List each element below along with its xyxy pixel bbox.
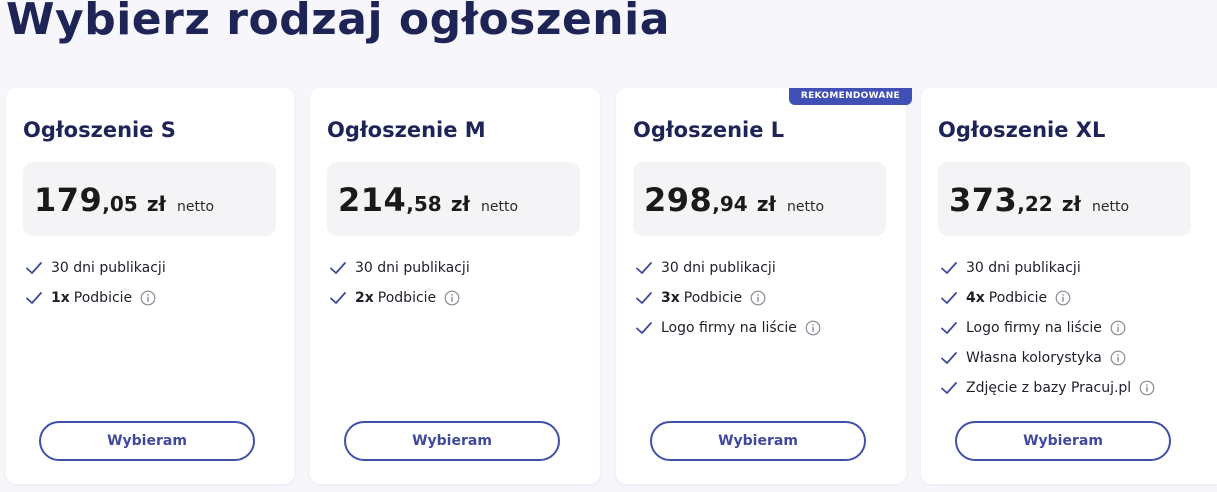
feature-item: 4x Podbicie <box>940 283 1155 313</box>
price: 214,58 zł netto <box>338 181 518 219</box>
feature-count: 3x <box>661 290 680 306</box>
check-icon <box>941 292 957 304</box>
check-icon <box>636 292 652 304</box>
price-box: 373,22 zł netto <box>938 162 1191 236</box>
feature-text: 30 dni publikacji <box>51 260 166 276</box>
plan-card-l: REKOMENDOWANE Ogłoszenie L 298,94 zł net… <box>616 88 912 484</box>
feature-list: 30 dni publikacji 2x Podbicie <box>329 253 470 313</box>
price: 298,94 zł netto <box>644 181 824 219</box>
info-icon[interactable] <box>750 290 766 306</box>
feature-text: 30 dni publikacji <box>966 260 1081 276</box>
feature-text: Podbicie <box>377 290 437 306</box>
page-title: Wybierz rodzaj ogłoszenia <box>6 0 670 45</box>
check-icon <box>636 262 652 274</box>
price-integer: 214 <box>338 181 407 219</box>
price-decimal: ,94 <box>712 192 748 216</box>
plan-title: Ogłoszenie S <box>23 118 176 142</box>
feature-item: 30 dni publikacji <box>940 253 1155 283</box>
plan-title: Ogłoszenie M <box>327 118 486 142</box>
recommended-badge: REKOMENDOWANE <box>788 88 912 105</box>
feature-text: 30 dni publikacji <box>355 260 470 276</box>
check-icon <box>636 322 652 334</box>
feature-text: Logo firmy na liście <box>966 320 1102 336</box>
price-currency: zł <box>756 192 776 216</box>
feature-count: 2x <box>355 290 374 306</box>
price-decimal: ,58 <box>406 192 442 216</box>
feature-item: 3x Podbicie <box>635 283 821 313</box>
check-icon <box>26 292 42 304</box>
choose-plan-s-button[interactable]: Wybieram <box>39 421 255 461</box>
info-icon[interactable] <box>1110 350 1126 366</box>
feature-count: 1x <box>51 290 70 306</box>
feature-list: 30 dni publikacji 3x Podbicie Logo firmy… <box>635 253 821 343</box>
check-icon <box>941 382 957 394</box>
feature-item: Zdjęcie z bazy Pracuj.pl <box>940 373 1155 403</box>
info-icon[interactable] <box>140 290 156 306</box>
price-box: 179,05 zł netto <box>23 162 276 236</box>
feature-item: Logo firmy na liście <box>940 313 1155 343</box>
price-integer: 373 <box>949 181 1018 219</box>
feature-text: Podbicie <box>73 290 133 306</box>
plan-title: Ogłoszenie XL <box>938 118 1106 142</box>
price-box: 214,58 zł netto <box>327 162 580 236</box>
feature-text: Podbicie <box>988 290 1048 306</box>
feature-item: Logo firmy na liście <box>635 313 821 343</box>
price-currency: zł <box>146 192 166 216</box>
feature-text: Zdjęcie z bazy Pracuj.pl <box>966 380 1132 396</box>
check-icon <box>330 292 346 304</box>
price-net-label: netto <box>176 199 215 215</box>
feature-text: 30 dni publikacji <box>661 260 776 276</box>
info-icon[interactable] <box>1055 290 1071 306</box>
price-net-label: netto <box>1091 199 1130 215</box>
feature-text: Własna kolorystyka <box>966 350 1102 366</box>
feature-item: 1x Podbicie <box>25 283 166 313</box>
price-net-label: netto <box>480 199 519 215</box>
feature-list: 30 dni publikacji 1x Podbicie <box>25 253 166 313</box>
feature-text: Podbicie <box>683 290 743 306</box>
choose-plan-xl-button[interactable]: Wybieram <box>955 421 1171 461</box>
feature-count: 4x <box>966 290 985 306</box>
plan-card-s: Ogłoszenie S 179,05 zł netto 30 dni publ… <box>6 88 294 484</box>
price-box: 298,94 zł netto <box>633 162 886 236</box>
feature-item: 30 dni publikacji <box>25 253 166 283</box>
feature-list: 30 dni publikacji 4x Podbicie Logo firmy… <box>940 253 1155 403</box>
info-icon[interactable] <box>444 290 460 306</box>
price-integer: 179 <box>34 181 103 219</box>
feature-item: 30 dni publikacji <box>329 253 470 283</box>
info-icon[interactable] <box>805 320 821 336</box>
feature-item: 2x Podbicie <box>329 283 470 313</box>
check-icon <box>941 262 957 274</box>
feature-text: Logo firmy na liście <box>661 320 797 336</box>
price-decimal: ,22 <box>1017 192 1053 216</box>
price-currency: zł <box>450 192 470 216</box>
info-icon[interactable] <box>1139 380 1155 396</box>
price: 373,22 zł netto <box>949 181 1129 219</box>
price-integer: 298 <box>644 181 713 219</box>
check-icon <box>941 322 957 334</box>
plan-card-m: Ogłoszenie M 214,58 zł netto 30 dni publ… <box>310 88 600 484</box>
feature-item: 30 dni publikacji <box>635 253 821 283</box>
plan-cards: Ogłoszenie S 179,05 zł netto 30 dni publ… <box>6 88 1217 492</box>
check-icon <box>26 262 42 274</box>
price-currency: zł <box>1061 192 1081 216</box>
price-net-label: netto <box>786 199 825 215</box>
choose-plan-m-button[interactable]: Wybieram <box>344 421 560 461</box>
check-icon <box>330 262 346 274</box>
plan-card-xl: Ogłoszenie XL 373,22 zł netto 30 dni pub… <box>921 88 1217 484</box>
price-decimal: ,05 <box>102 192 138 216</box>
check-icon <box>941 352 957 364</box>
info-icon[interactable] <box>1110 320 1126 336</box>
feature-item: Własna kolorystyka <box>940 343 1155 373</box>
plan-title: Ogłoszenie L <box>633 118 785 142</box>
price: 179,05 zł netto <box>34 181 214 219</box>
choose-plan-l-button[interactable]: Wybieram <box>650 421 866 461</box>
